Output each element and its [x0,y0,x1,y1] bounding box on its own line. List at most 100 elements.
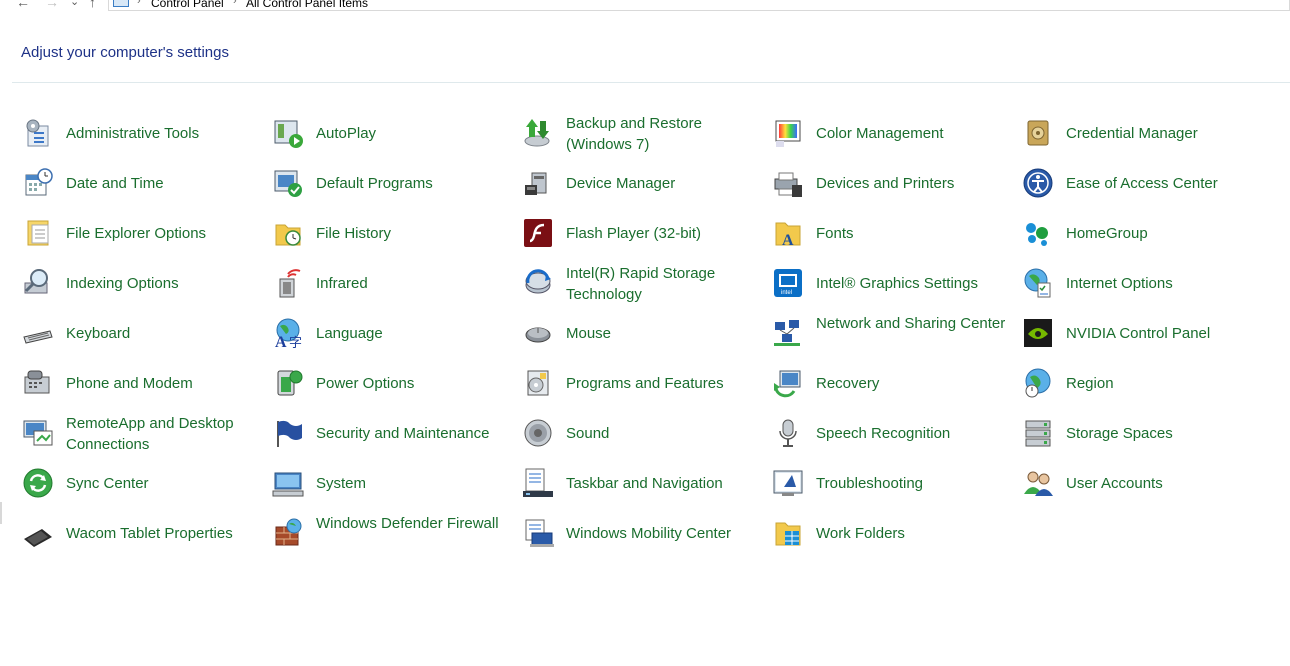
control-panel-item[interactable]: Ease of Access Center [1020,158,1270,208]
control-panel-item-label: NVIDIA Control Panel [1066,325,1211,342]
control-panel-item[interactable]: Infrared [270,258,520,308]
control-panel-item[interactable]: A Fonts [770,208,1020,258]
date-time-icon [22,167,54,199]
network-sharing-icon [772,317,804,349]
control-panel-item-label: Color Management [816,125,944,142]
forward-arrow-icon[interactable]: → [45,0,59,9]
control-panel-item-label: Windows Defender Firewall [316,515,499,532]
control-panel-item[interactable]: Storage Spaces [1020,408,1270,458]
phone-modem-icon [22,367,54,399]
region-icon [1022,367,1054,399]
control-panel-item-label: Intel(R) Rapid Storage Technology [566,265,716,303]
control-panel-item[interactable]: Sound [520,408,770,458]
control-panel-item-label: Recovery [816,375,880,392]
control-panel-item[interactable]: Backup and Restore (Windows 7) [520,108,770,158]
control-panel-item[interactable]: Credential Manager [1020,108,1270,158]
divider [12,82,1290,83]
control-panel-item-label: Date and Time [66,175,164,192]
file-explorer-options-icon [22,217,54,249]
address-bar[interactable]: › Control Panel › All Control Panel Item… [108,0,1290,11]
control-panel-item[interactable]: Speech Recognition [770,408,1020,458]
control-panel-item-label: Language [316,325,383,342]
up-arrow-icon[interactable]: ↑ [89,0,96,9]
control-panel-item[interactable]: Keyboard [20,308,270,358]
control-panel-item[interactable]: Date and Time [20,158,270,208]
flash-player-icon [522,217,554,249]
control-panel-item[interactable]: Troubleshooting [770,458,1020,508]
recent-locations-chevron-icon[interactable]: ⌄ [70,0,79,9]
control-panel-item[interactable]: Work Folders [770,508,1020,558]
control-panel-item[interactable]: Power Options [270,358,520,408]
security-maintenance-icon [272,417,304,449]
control-panel-item[interactable]: AutoPlay [270,108,520,158]
svg-text:字: 字 [289,335,302,349]
remoteapp-icon [22,417,54,449]
device-manager-icon [522,167,554,199]
control-panel-item[interactable]: Color Management [770,108,1020,158]
administrative-tools-icon [22,117,54,149]
breadcrumb-all-items[interactable]: All Control Panel Items [246,0,368,10]
control-panel-item[interactable]: Flash Player (32-bit) [520,208,770,258]
breadcrumb-control-panel[interactable]: Control Panel [151,0,224,10]
control-panel-item-label: Default Programs [316,175,433,192]
control-panel-item[interactable]: System [270,458,520,508]
control-panel-item-label: Windows Mobility Center [566,525,732,542]
control-panel-item-label: HomeGroup [1066,225,1148,242]
default-programs-icon [272,167,304,199]
control-panel-item[interactable]: Region [1020,358,1270,408]
control-panel-item[interactable]: Wacom Tablet Properties [20,508,270,558]
mobility-center-icon [522,517,554,549]
control-panel-item[interactable]: Phone and Modem [20,358,270,408]
control-panel-item[interactable]: Mouse [520,308,770,358]
control-panel-item[interactable]: Windows Mobility Center [520,508,770,558]
control-panel-item[interactable]: Devices and Printers [770,158,1020,208]
control-panel-item[interactable]: Administrative Tools [20,108,270,158]
wacom-tablet-icon [22,517,54,549]
control-panel-item[interactable]: User Accounts [1020,458,1270,508]
ease-of-access-icon [1022,167,1054,199]
control-panel-item[interactable]: Intel(R) Rapid Storage Technology [520,258,770,308]
breadcrumb-separator[interactable]: › [137,0,141,7]
work-folders-icon [772,517,804,549]
control-panel-item[interactable]: Indexing Options [20,258,270,308]
control-panel-item[interactable]: File History [270,208,520,258]
control-panel-item[interactable]: intel Intel® Graphics Settings [770,258,1020,308]
keyboard-icon [22,317,54,349]
svg-text:intel: intel [781,290,792,296]
intel-graphics-icon: intel [772,267,804,299]
control-panel-item[interactable]: HomeGroup [1020,208,1270,258]
control-panel-item-label: Indexing Options [66,275,179,292]
scroll-edge [0,502,2,524]
control-panel-item-label: User Accounts [1066,475,1163,492]
credential-manager-icon [1022,117,1054,149]
control-panel-item[interactable]: Windows Defender Firewall [270,508,520,558]
control-panel-item[interactable]: Taskbar and Navigation [520,458,770,508]
control-panel-item-label: RemoteApp and Desktop Connections [66,415,234,453]
control-panel-item-label: Sync Center [66,475,149,492]
control-panel-item[interactable]: A 字 Language [270,308,520,358]
control-panel-item[interactable]: Internet Options [1020,258,1270,308]
breadcrumb-separator[interactable]: › [233,0,237,7]
control-panel-item[interactable]: Default Programs [270,158,520,208]
control-panel-item[interactable]: Device Manager [520,158,770,208]
control-panel-item-label: Infrared [316,275,368,292]
autoplay-icon [272,117,304,149]
control-panel-item-label: Devices and Printers [816,175,955,192]
nvidia-icon [1022,317,1054,349]
indexing-options-icon [22,267,54,299]
back-arrow-icon[interactable]: ← [16,0,30,9]
control-panel-item[interactable]: Recovery [770,358,1020,408]
language-icon: A字 [272,317,304,349]
control-panel-item[interactable]: File Explorer Options [20,208,270,258]
control-panel-item[interactable]: Programs and Features [520,358,770,408]
svg-text:A: A [275,334,287,349]
control-panel-item[interactable]: RemoteApp and Desktop Connections [20,408,270,458]
control-panel-item-label: Internet Options [1066,275,1173,292]
recovery-icon [772,367,804,399]
control-panel-item-label: Intel® Graphics Settings [816,275,978,292]
control-panel-item[interactable]: NVIDIA Control Panel [1020,308,1270,358]
control-panel-item[interactable]: Security and Maintenance [270,408,520,458]
taskbar-navigation-icon [522,467,554,499]
control-panel-item[interactable]: Network and Sharing Center [770,308,1020,358]
control-panel-item[interactable]: Sync Center [20,458,270,508]
